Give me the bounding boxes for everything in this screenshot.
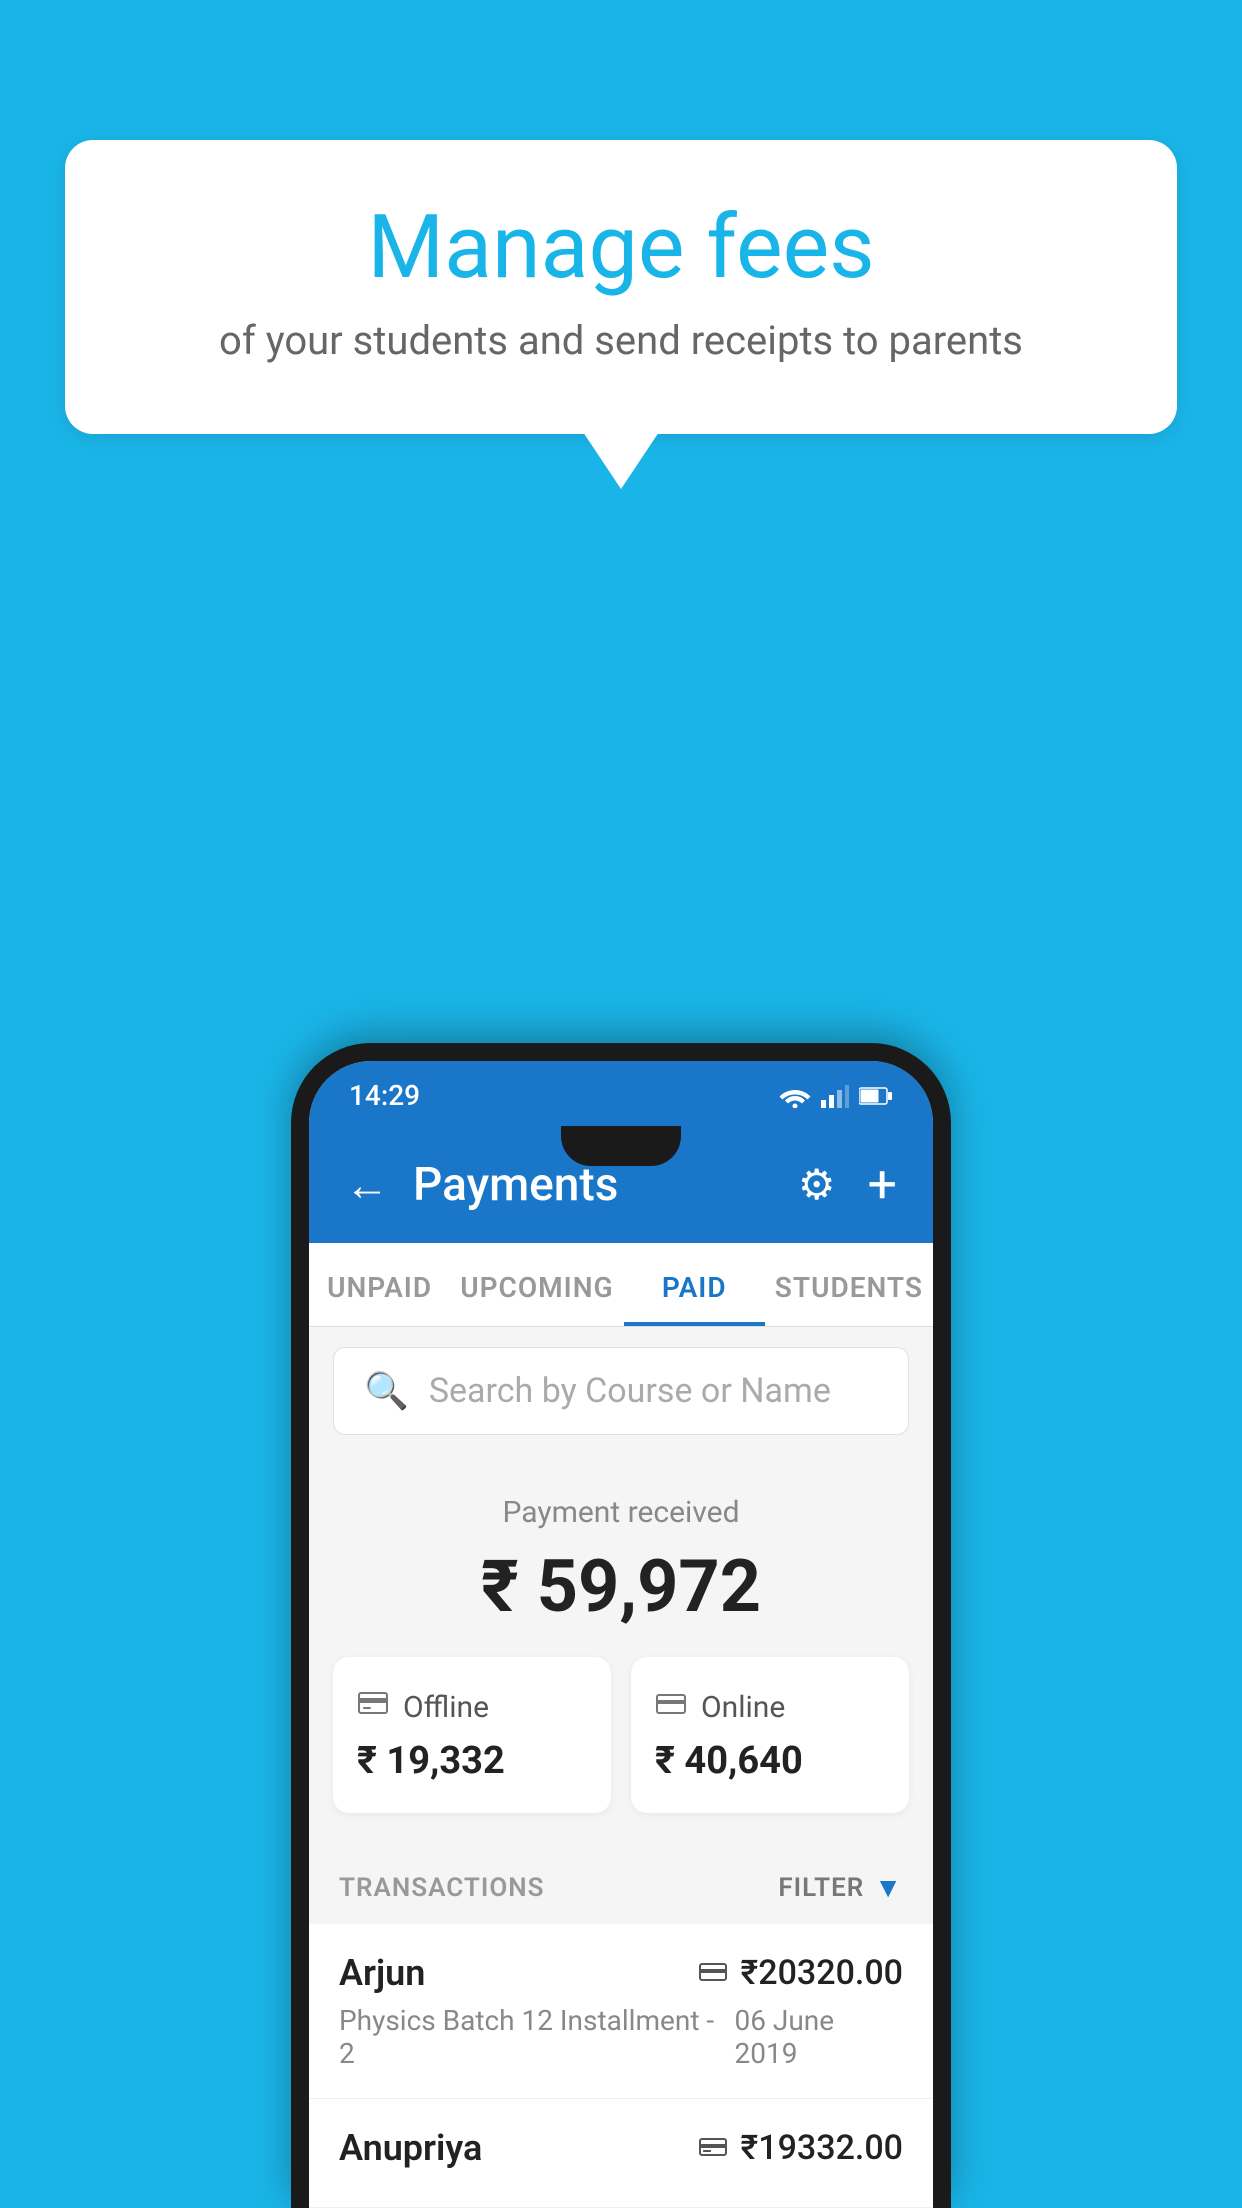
filter-button[interactable]: FILTER ▼ <box>778 1871 903 1904</box>
online-icon <box>655 1687 687 1727</box>
offline-icon <box>357 1687 389 1727</box>
main-subtitle: of your students and send receipts to pa… <box>145 317 1097 364</box>
transaction-row-1: Arjun ₹20320.00 <box>339 1952 903 1994</box>
transactions-label: TRANSACTIONS <box>339 1873 545 1903</box>
transaction-amount-row: ₹19332.00 <box>699 2128 903 2168</box>
tab-bar: UNPAID UPCOMING PAID STUDENTS <box>309 1243 933 1327</box>
payment-received-section: Payment received ₹ 59,972 Offline <box>309 1455 933 1843</box>
back-button[interactable]: ← <box>345 1163 389 1207</box>
transaction-date: 06 June 2019 <box>735 2004 904 2070</box>
header-icons: ⚙ + <box>798 1154 897 1215</box>
transaction-item[interactable]: Anupriya ₹19332.00 <box>309 2099 933 2208</box>
card-payment-icon <box>699 1957 727 1990</box>
battery-icon <box>859 1086 893 1106</box>
search-container: 🔍 Search by Course or Name <box>309 1327 933 1455</box>
payment-cards: Offline ₹ 19,332 Online <box>333 1657 909 1813</box>
search-input[interactable]: Search by Course or Name <box>429 1371 831 1411</box>
offline-amount: ₹ 19,332 <box>357 1739 587 1783</box>
tab-students[interactable]: STUDENTS <box>765 1243 933 1326</box>
status-bar-area: 14:29 <box>309 1061 933 1126</box>
add-button[interactable]: + <box>867 1154 897 1215</box>
offline-payment-card: Offline ₹ 19,332 <box>333 1657 611 1813</box>
transactions-header: TRANSACTIONS FILTER ▼ <box>309 1843 933 1924</box>
online-card-header: Online <box>655 1687 885 1727</box>
search-box[interactable]: 🔍 Search by Course or Name <box>333 1347 909 1435</box>
tab-paid[interactable]: PAID <box>624 1243 765 1326</box>
wifi-icon <box>779 1084 811 1108</box>
filter-icon: ▼ <box>874 1871 903 1904</box>
offline-card-header: Offline <box>357 1687 587 1727</box>
speech-bubble-container: Manage fees of your students and send re… <box>65 140 1177 434</box>
tab-upcoming[interactable]: UPCOMING <box>450 1243 623 1326</box>
phone-screen: 14:29 <box>309 1061 933 2208</box>
transaction-name: Arjun <box>339 1952 425 1994</box>
phone-frame: 14:29 <box>291 1043 951 2208</box>
transaction-course: Physics Batch 12 Installment - 2 <box>339 2004 735 2070</box>
speech-bubble: Manage fees of your students and send re… <box>65 140 1177 434</box>
transaction-amount-row: ₹20320.00 <box>699 1953 903 1993</box>
settings-icon[interactable]: ⚙ <box>798 1160 836 1210</box>
main-title: Manage fees <box>145 200 1097 297</box>
status-bar: 14:29 <box>309 1061 933 1126</box>
time-display: 14:29 <box>349 1079 420 1112</box>
page-title: Payments <box>413 1158 798 1212</box>
search-icon: 🔍 <box>364 1370 409 1412</box>
tab-unpaid[interactable]: UNPAID <box>309 1243 450 1326</box>
offline-type-label: Offline <box>403 1690 489 1725</box>
online-type-label: Online <box>701 1690 785 1725</box>
signal-icon <box>821 1084 849 1108</box>
payment-total-amount: ₹ 59,972 <box>333 1544 909 1629</box>
transaction-row-2: Physics Batch 12 Installment - 2 06 June… <box>339 2004 903 2070</box>
status-icons <box>779 1084 893 1108</box>
transaction-name: Anupriya <box>339 2127 482 2169</box>
offline-payment-icon <box>699 2132 727 2165</box>
payment-received-label: Payment received <box>333 1495 909 1530</box>
online-payment-card: Online ₹ 40,640 <box>631 1657 909 1813</box>
transaction-amount: ₹20320.00 <box>741 1953 903 1993</box>
transaction-row-1: Anupriya ₹19332.00 <box>339 2127 903 2169</box>
online-amount: ₹ 40,640 <box>655 1739 885 1783</box>
transaction-item[interactable]: Arjun ₹20320.00 Physics Batch 12 Install… <box>309 1924 933 2099</box>
transaction-amount: ₹19332.00 <box>741 2128 903 2168</box>
filter-label: FILTER <box>778 1873 864 1903</box>
